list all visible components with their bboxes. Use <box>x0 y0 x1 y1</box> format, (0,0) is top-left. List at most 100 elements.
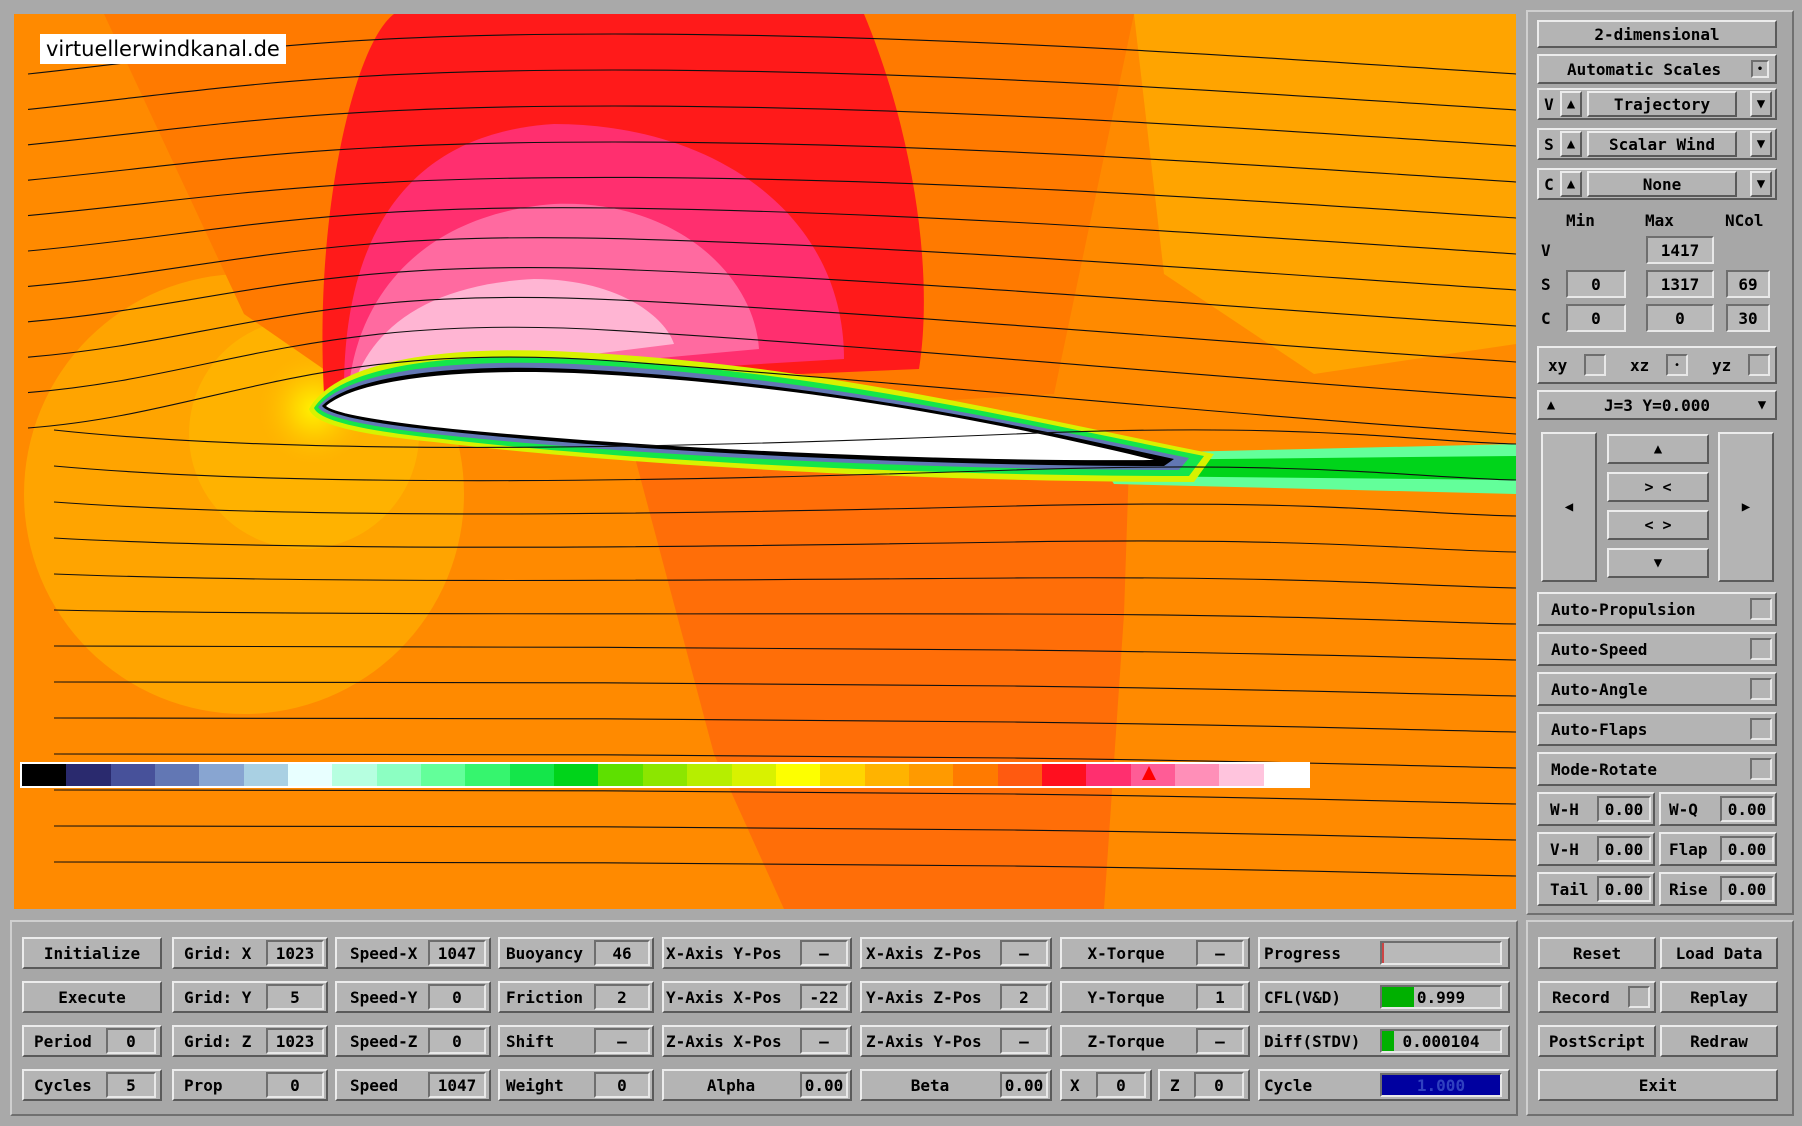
selector-value-c[interactable]: None <box>1587 171 1737 197</box>
progress-bar: 0.999 <box>1380 985 1502 1009</box>
field-value[interactable]: — <box>594 1028 650 1054</box>
reset-button[interactable]: Reset <box>1538 937 1656 969</box>
toggle-checkbox[interactable] <box>1750 638 1772 660</box>
nav-left-button[interactable]: ◀ <box>1541 432 1597 582</box>
range-ncol-field[interactable]: 30 <box>1726 304 1770 332</box>
toggle-checkbox[interactable] <box>1750 598 1772 620</box>
colorbar-marker-icon[interactable] <box>1142 766 1156 780</box>
postscript-button[interactable]: PostScript <box>1538 1025 1656 1057</box>
field-value[interactable]: — <box>1000 1028 1048 1054</box>
range-max-field[interactable]: 1417 <box>1646 236 1714 264</box>
plane-radio-xy[interactable] <box>1584 354 1606 376</box>
field-label: Shift <box>506 1031 555 1051</box>
selector-down-arrow-icon[interactable]: ▼ <box>1750 171 1772 197</box>
colorbar-swatch <box>687 764 732 786</box>
param-label: Rise <box>1669 879 1708 899</box>
zoom-in-button[interactable]: > < <box>1607 472 1709 502</box>
plane-radio-yz[interactable] <box>1748 354 1770 376</box>
field-value[interactable]: 0 <box>106 1028 156 1054</box>
param-value[interactable]: 0.00 <box>1597 836 1651 862</box>
selector-up-arrow-icon[interactable]: ▲ <box>1560 131 1582 157</box>
view-mode-button[interactable]: 2-dimensional <box>1537 20 1777 48</box>
toggle-row[interactable]: Auto-Propulsion <box>1537 592 1777 626</box>
toggle-checkbox[interactable] <box>1750 678 1772 700</box>
flow-visualization[interactable]: virtuellerwindkanal.de <box>14 14 1516 909</box>
zoom-out-button[interactable]: < > <box>1607 510 1709 540</box>
field-label: Y-Axis X-Pos <box>666 987 782 1007</box>
field-value[interactable]: 0 <box>1194 1072 1244 1098</box>
selector-value-v[interactable]: Trajectory <box>1587 91 1737 117</box>
field-value[interactable]: 1023 <box>266 1028 324 1054</box>
nav-right-button[interactable]: ▶ <box>1718 432 1774 582</box>
toggle-row[interactable]: Auto-Angle <box>1537 672 1777 706</box>
field-value[interactable]: 1047 <box>428 940 486 966</box>
toggle-checkbox[interactable] <box>1750 718 1772 740</box>
slice-up-arrow-icon[interactable]: ▲ <box>1541 394 1561 416</box>
field-value[interactable]: 46 <box>594 940 650 966</box>
selector-down-arrow-icon[interactable]: ▼ <box>1750 131 1772 157</box>
field-value[interactable]: 0 <box>594 1072 650 1098</box>
field-label: Y-Axis Z-Pos <box>866 987 982 1007</box>
range-header-ncol: NCol <box>1725 210 1764 230</box>
range-max-field[interactable]: 1317 <box>1646 270 1714 298</box>
toggle-row[interactable]: Mode-Rotate <box>1537 752 1777 786</box>
param-value[interactable]: 0.00 <box>1720 876 1774 902</box>
selector-down-arrow-icon[interactable]: ▼ <box>1750 91 1772 117</box>
colorbar-swatch <box>66 764 111 786</box>
nav-down-button[interactable]: ▼ <box>1607 548 1709 578</box>
toggle-checkbox[interactable] <box>1750 758 1772 780</box>
scales-row[interactable]: Automatic Scales • <box>1537 54 1777 84</box>
redraw-button[interactable]: Redraw <box>1660 1025 1778 1057</box>
selector-up-arrow-icon[interactable]: ▲ <box>1560 171 1582 197</box>
field-value[interactable]: — <box>1000 940 1048 966</box>
load-data-button[interactable]: Load Data <box>1660 937 1778 969</box>
field-value[interactable]: 0.00 <box>800 1072 848 1098</box>
colorbar-swatch <box>421 764 466 786</box>
plane-selector <box>1537 346 1777 384</box>
scales-toggle[interactable]: • <box>1751 60 1769 78</box>
toggle-row[interactable]: Auto-Speed <box>1537 632 1777 666</box>
progress-label: Cycle <box>1264 1075 1313 1095</box>
field-value[interactable]: — <box>800 940 848 966</box>
field-value[interactable]: 2 <box>1000 984 1048 1010</box>
range-max-field[interactable]: 0 <box>1646 304 1714 332</box>
field-value[interactable]: 0 <box>428 984 486 1010</box>
field-value[interactable]: 0.00 <box>1000 1072 1048 1098</box>
field-label: Beta <box>910 1075 950 1095</box>
range-min-field[interactable]: 0 <box>1566 304 1626 332</box>
field-value[interactable]: 0 <box>1096 1072 1146 1098</box>
slice-down-arrow-icon[interactable]: ▼ <box>1752 394 1772 416</box>
field-value[interactable]: 2 <box>594 984 650 1010</box>
field-value[interactable]: -22 <box>800 984 848 1010</box>
range-ncol-field[interactable]: 69 <box>1726 270 1770 298</box>
execute-button[interactable]: Execute <box>22 981 162 1013</box>
param-value[interactable]: 0.00 <box>1597 796 1651 822</box>
field-value[interactable]: 5 <box>106 1072 156 1098</box>
down-arrow-icon: ▼ <box>1653 555 1663 571</box>
initialize-button[interactable]: Initialize <box>22 937 162 969</box>
selector-value-s[interactable]: Scalar Wind <box>1587 131 1737 157</box>
field-value[interactable]: — <box>1196 1028 1244 1054</box>
field-value[interactable]: — <box>1196 940 1244 966</box>
param-value[interactable]: 0.00 <box>1720 796 1774 822</box>
param-value[interactable]: 0.00 <box>1720 836 1774 862</box>
field-value[interactable]: — <box>800 1028 848 1054</box>
field-value[interactable]: 0 <box>428 1028 486 1054</box>
slice-selector[interactable]: J=3 Y=0.000 <box>1537 390 1777 420</box>
replay-button[interactable]: Replay <box>1660 981 1778 1013</box>
field-value[interactable]: 1047 <box>428 1072 486 1098</box>
selector-up-arrow-icon[interactable]: ▲ <box>1560 91 1582 117</box>
progress-label: Progress <box>1264 943 1342 963</box>
field-value[interactable]: 1023 <box>266 940 324 966</box>
field-label: X-Axis Z-Pos <box>866 943 982 963</box>
field-value[interactable]: 0 <box>266 1072 324 1098</box>
nav-up-button[interactable]: ▲ <box>1607 434 1709 464</box>
exit-button[interactable]: Exit <box>1538 1069 1778 1101</box>
plane-radio-xz[interactable]: • <box>1666 354 1688 376</box>
record-checkbox[interactable] <box>1628 986 1650 1008</box>
field-value[interactable]: 5 <box>266 984 324 1010</box>
param-value[interactable]: 0.00 <box>1597 876 1651 902</box>
toggle-row[interactable]: Auto-Flaps <box>1537 712 1777 746</box>
range-min-field[interactable]: 0 <box>1566 270 1626 298</box>
field-value[interactable]: 1 <box>1196 984 1244 1010</box>
